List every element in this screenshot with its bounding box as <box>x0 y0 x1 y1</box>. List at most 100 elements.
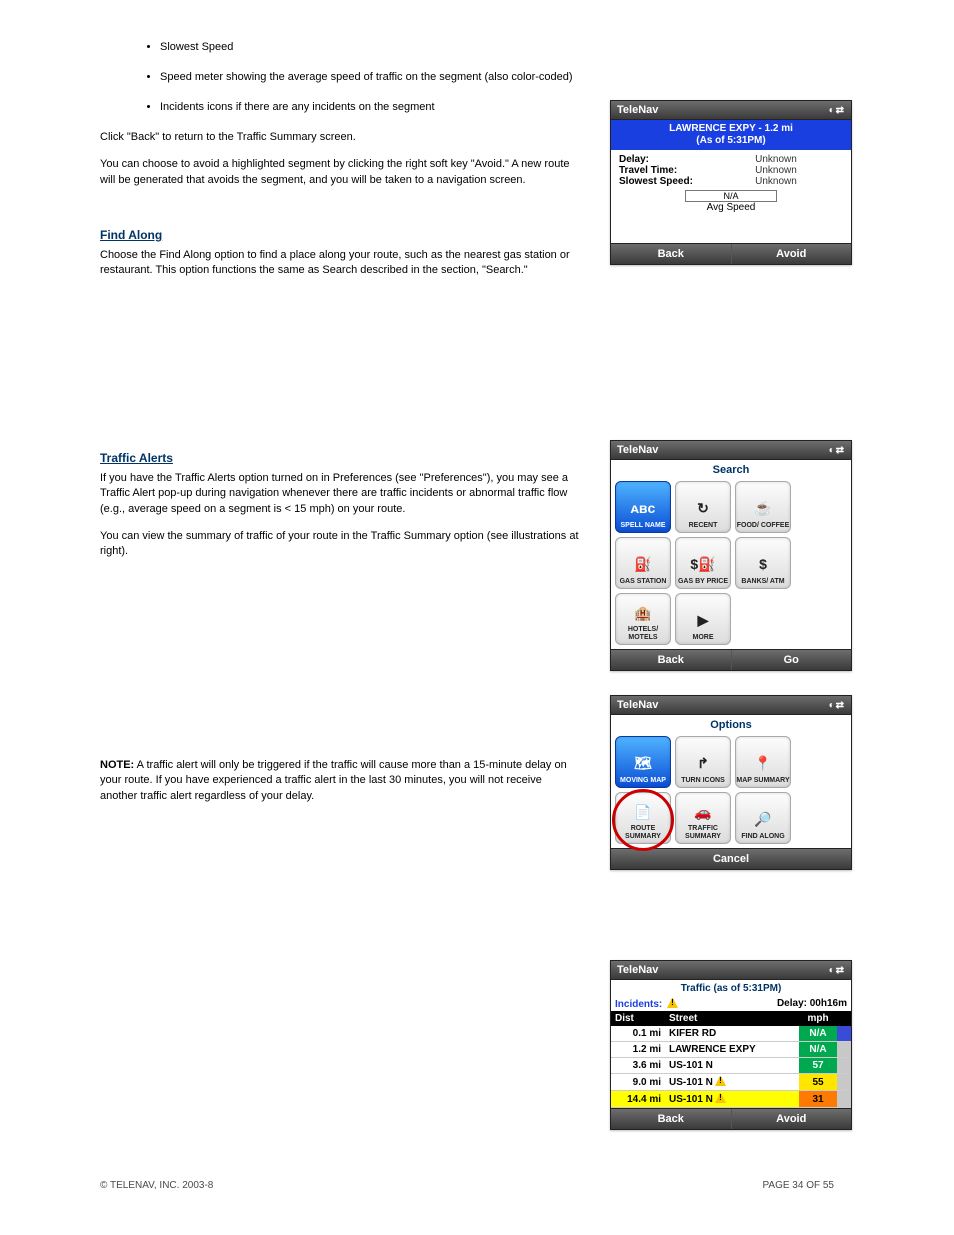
tile-label: GAS STATION <box>620 578 667 588</box>
page-number: PAGE 34 OF 55 <box>762 1180 834 1191</box>
table-row[interactable]: 3.6 miUS-101 N57 <box>611 1058 851 1074</box>
phone-screenshot-traffic: TeleNav ◐⇄ Traffic (as of 5:31PM) Incide… <box>610 960 852 1130</box>
screen-header: Traffic (as of 5:31PM) <box>611 980 851 997</box>
col-dist: Dist <box>611 1011 665 1026</box>
traffic-status-line: Incidents: Delay: 00h16m <box>611 997 851 1011</box>
tile-icon: 📄 <box>630 801 656 823</box>
tile-icon: $⛽ <box>690 554 716 576</box>
cell-mph: N/A <box>799 1042 837 1058</box>
cell-mph: 31 <box>799 1091 837 1108</box>
tile-label: MOVING MAP <box>620 777 666 787</box>
paragraph: If you have the Traffic Alerts option tu… <box>100 471 580 517</box>
detail-value: Unknown <box>709 176 843 187</box>
segment-title: LAWRENCE EXPY - 1.2 mi <box>613 123 849 135</box>
menu-tile-hotels-motels[interactable]: 🏨 HOTELS/ MOTELS <box>615 593 671 645</box>
cell-street: US-101 N <box>665 1058 799 1074</box>
tile-label: FOOD/ COFFEE <box>737 522 790 532</box>
scrollbar[interactable] <box>837 1058 851 1074</box>
heading-find-along: Find Along <box>100 228 580 242</box>
tile-label: HOTELS/ MOTELS <box>616 626 670 644</box>
table-row[interactable]: 9.0 miUS-101 N55 <box>611 1074 851 1091</box>
phone-titlebar: TeleNav ◐⇄ <box>611 101 851 120</box>
text-column: Slowest Speed Speed meter showing the av… <box>100 40 580 804</box>
tile-label: SPELL NAME <box>621 522 666 532</box>
menu-tile-route-summary[interactable]: 📄ROUTE SUMMARY <box>615 792 671 844</box>
cell-street: US-101 N <box>665 1091 799 1108</box>
back-button[interactable]: Back <box>611 244 732 264</box>
menu-tile-traffic-summary[interactable]: 🚗 TRAFFIC SUMMARY <box>675 792 731 844</box>
scrollbar[interactable] <box>837 1074 851 1091</box>
tile-label: TRAFFIC SUMMARY <box>676 825 730 843</box>
detail-label: Travel Time: <box>619 165 709 176</box>
scrollbar[interactable] <box>837 1042 851 1058</box>
app-title: TeleNav <box>617 964 658 976</box>
menu-tile-gas-by-price[interactable]: $⛽ GAS BY PRICE <box>675 537 731 589</box>
heading-traffic-alerts: Traffic Alerts <box>100 451 580 465</box>
menu-tile-banks-atm[interactable]: $ BANKS/ ATM <box>735 537 791 589</box>
table-header-row: Dist Street mph <box>611 1011 851 1026</box>
paragraph: You can view the summary of traffic of y… <box>100 529 580 560</box>
menu-tile-find-along[interactable]: 🔎FIND ALONG <box>735 792 791 844</box>
col-mph: mph <box>799 1011 837 1026</box>
note-paragraph: NOTE: A traffic alert will only be trigg… <box>100 758 580 804</box>
segment-subtitle: (As of 5:31PM) <box>613 135 849 147</box>
paragraph: Click "Back" to return to the Traffic Su… <box>100 130 580 145</box>
tile-label: BANKS/ ATM <box>741 578 784 588</box>
tile-icon: $ <box>750 554 776 576</box>
tile-icon: 🏨 <box>630 602 656 624</box>
feature-bullets: Slowest Speed Speed meter showing the av… <box>160 40 580 116</box>
cancel-button[interactable]: Cancel <box>611 849 851 869</box>
tile-icon: 📍 <box>750 753 776 775</box>
scrollbar[interactable] <box>837 1026 851 1042</box>
back-button[interactable]: Back <box>611 1109 732 1129</box>
detail-label: Slowest Speed: <box>619 176 709 187</box>
screen-header: Options <box>611 715 851 735</box>
signal-icon: ◐⇄ <box>829 965 845 976</box>
search-icon-grid: ᴀʙᴄ SPELL NAME ↻RECENT ☕ FOOD/ COFFEE ⛽ GAS ST… <box>611 480 851 649</box>
page-number-value: 34 <box>792 1180 803 1191</box>
menu-tile-moving-map[interactable]: 🗺MOVING MAP <box>615 736 671 788</box>
tile-label: GAS BY PRICE <box>678 578 728 588</box>
tile-icon: ↱ <box>690 753 716 775</box>
traffic-table: Dist Street mph 0.1 miKIFER RDN/A1.2 miL… <box>611 1011 851 1108</box>
menu-tile-gas-station[interactable]: ⛽ GAS STATION <box>615 537 671 589</box>
tile-icon: ⛽ <box>630 554 656 576</box>
note-label: NOTE: <box>100 759 134 771</box>
table-row[interactable]: 14.4 miUS-101 N31 <box>611 1091 851 1108</box>
menu-tile-map-summary[interactable]: 📍 MAP SUMMARY <box>735 736 791 788</box>
menu-tile-more[interactable]: ▶MORE <box>675 593 731 645</box>
go-button[interactable]: Go <box>732 650 852 670</box>
menu-tile-spell-name[interactable]: ᴀʙᴄ SPELL NAME <box>615 481 671 533</box>
incidents-label: Incidents: <box>615 999 662 1010</box>
warning-icon <box>667 998 678 1008</box>
tile-icon: 🚗 <box>690 801 716 823</box>
table-row[interactable]: 0.1 miKIFER RDN/A <box>611 1026 851 1042</box>
phone-titlebar: TeleNav ◐⇄ <box>611 961 851 980</box>
bullet-item: Speed meter showing the average speed of… <box>160 70 580 86</box>
back-button[interactable]: Back <box>611 650 732 670</box>
avoid-button[interactable]: Avoid <box>732 244 852 264</box>
menu-tile-food-coffee[interactable]: ☕ FOOD/ COFFEE <box>735 481 791 533</box>
phone-screenshot-search: TeleNav ◐⇄ Search ᴀʙᴄSPELL NAME↻RECENT☕F… <box>610 440 852 671</box>
paragraph: Choose the Find Along option to find a p… <box>100 248 580 279</box>
tile-label: MAP SUMMARY <box>736 777 789 787</box>
cell-street: LAWRENCE EXPY <box>665 1042 799 1058</box>
menu-tile-turn-icons[interactable]: ↱TURN ICONS <box>675 736 731 788</box>
scrollbar[interactable] <box>837 1091 851 1108</box>
avoid-button[interactable]: Avoid <box>732 1109 852 1129</box>
tile-icon: ᴀʙᴄ <box>630 498 656 520</box>
phone-screenshot-options: TeleNav ◐⇄ Options 🗺MOVING MAP↱TURN ICON… <box>610 695 852 870</box>
app-title: TeleNav <box>617 444 658 456</box>
phone-titlebar: TeleNav ◐⇄ <box>611 696 851 715</box>
cell-mph: 55 <box>799 1074 837 1091</box>
cell-street: US-101 N <box>665 1074 799 1091</box>
tile-icon: ☕ <box>750 498 776 520</box>
softkey-bar: Back Go <box>611 649 851 670</box>
page-footer: © TELENAV, INC. 2003-8 PAGE 34 OF 55 <box>100 1180 834 1191</box>
options-icon-grid: 🗺MOVING MAP↱TURN ICONS 📍 MAP SUMMARY 📄ROUTE… <box>611 735 851 848</box>
menu-tile-recent[interactable]: ↻RECENT <box>675 481 731 533</box>
copyright: © TELENAV, INC. 2003-8 <box>100 1180 213 1191</box>
table-row[interactable]: 1.2 miLAWRENCE EXPYN/A <box>611 1042 851 1058</box>
phone-titlebar: TeleNav ◐⇄ <box>611 441 851 460</box>
delay-value: Delay: 00h16m <box>777 998 847 1010</box>
